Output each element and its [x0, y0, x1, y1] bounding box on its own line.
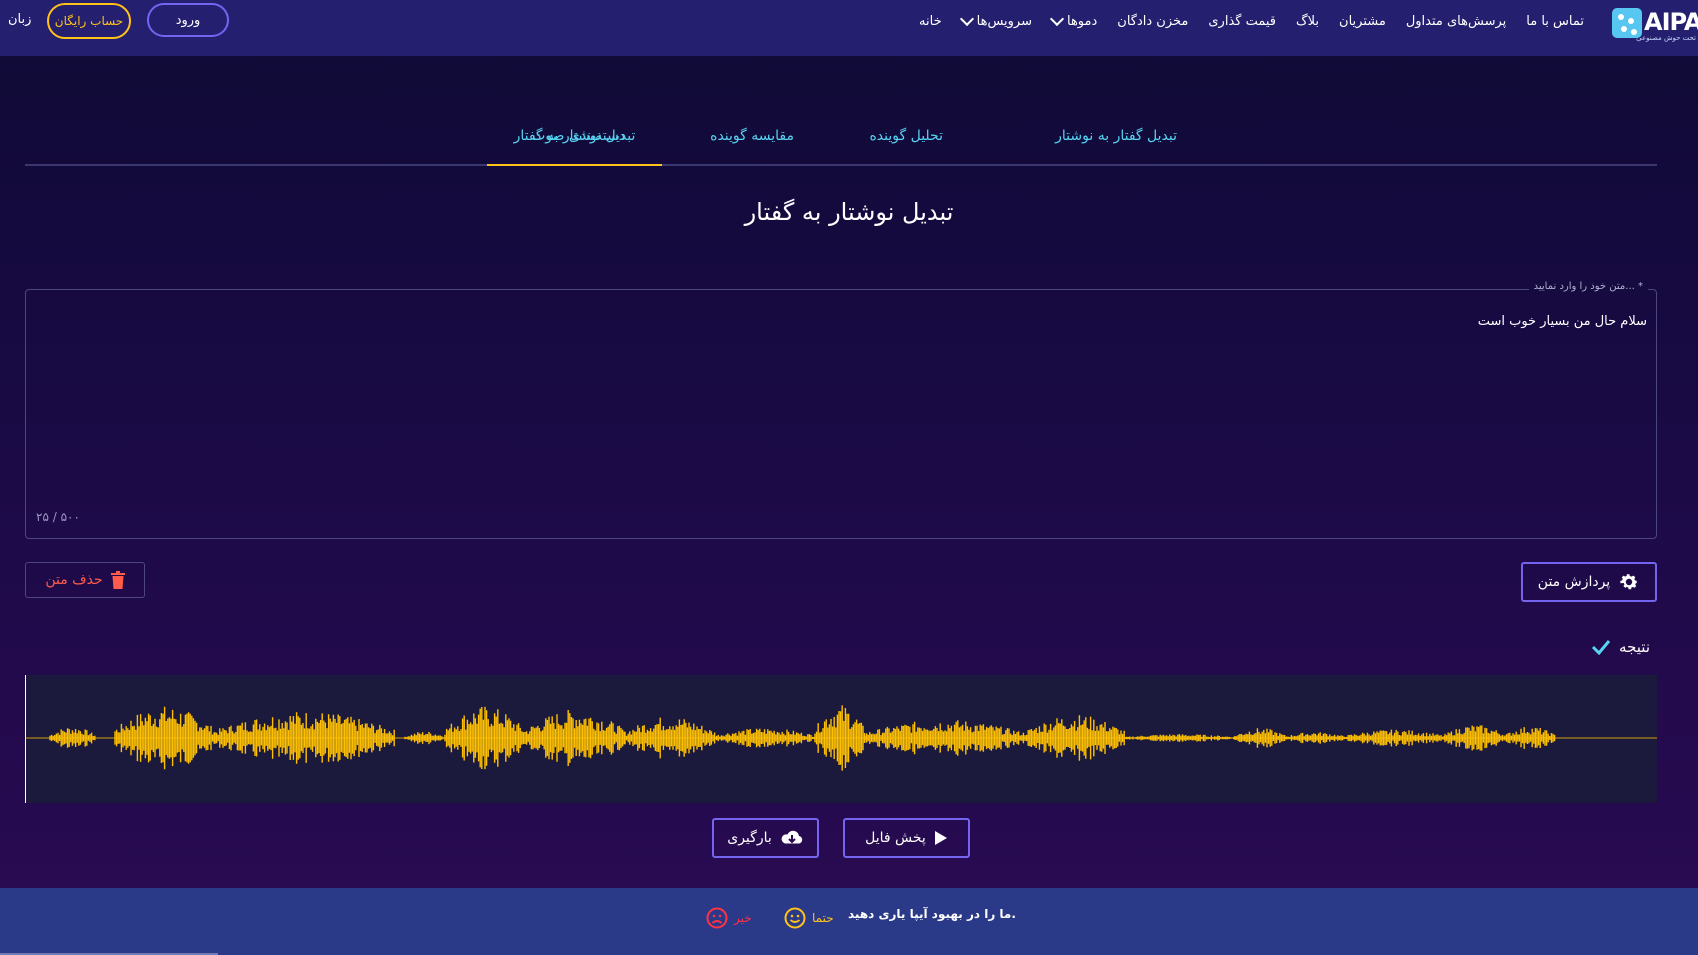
nav-item-services[interactable]: سرویس‌ها [959, 11, 1032, 29]
text-input-value[interactable]: سلام حال من بسیار خوب است [1478, 314, 1647, 329]
process-text-button[interactable]: پردازش متن [1521, 562, 1657, 602]
nav-item-label: دموها [1066, 13, 1098, 29]
smile-icon [784, 907, 806, 929]
top-navbar: AIPA تحت حوش مصنوعی خانه سرویس‌ها دموها … [0, 0, 1698, 56]
feedback-bar: ما را در بهبود آیپا یاری دهید. حتما خیر [0, 888, 1698, 955]
chevron-down-icon [1049, 11, 1065, 27]
result-heading: نتیجه [1591, 638, 1650, 656]
nav-item-label: بلاگ [1296, 13, 1320, 29]
cloud-download-icon [781, 830, 802, 844]
delete-button-label: حذف متن [45, 572, 103, 588]
page-title: تبدیل نوشتار به گفتار [744, 198, 954, 226]
brand-tagline: تحت حوش مصنوعی [1636, 34, 1696, 42]
feedback-yes-button[interactable]: حتما [784, 907, 834, 929]
free-account-button[interactable]: حساب رایگان [47, 3, 131, 39]
feedback-no-button[interactable]: خیر [706, 907, 752, 929]
text-input-label: متن خود را وارد نمایید... * [1528, 281, 1648, 292]
nav-item-label: سرویس‌ها [976, 13, 1032, 29]
trash-icon [110, 571, 125, 589]
brand-name: AIPA [1644, 8, 1698, 36]
process-button-label: پردازش متن [1537, 574, 1611, 590]
login-button[interactable]: ورود [147, 3, 229, 37]
frown-icon [706, 907, 728, 929]
nav-item-customers[interactable]: مشتریان [1339, 14, 1386, 29]
nav-item-pricing[interactable]: قیمت گذاری [1208, 14, 1276, 29]
gear-icon [1620, 574, 1638, 590]
nav-item-label: خانه [919, 13, 942, 29]
character-counter: ۲۵ / ۵۰۰ [36, 510, 80, 524]
nav-item-datasets[interactable]: مخزن دادگان [1117, 14, 1188, 29]
active-tab-indicator [487, 164, 662, 166]
nav-item-label: قیمت گذاری [1208, 13, 1277, 29]
feedback-yes-label: حتما [812, 911, 834, 925]
tab-speaker-analysis[interactable]: تحلیل گوینده [869, 128, 943, 144]
nav-item-label: تماس با ما [1526, 13, 1584, 29]
nav-item-contact[interactable]: تماس با ما [1526, 14, 1584, 29]
main-menu: خانه سرویس‌ها دموها مخزن دادگان قیمت گذا… [919, 0, 1584, 42]
feedback-no-label: خیر [734, 911, 752, 925]
download-button[interactable]: بارگیری [712, 818, 819, 858]
nav-item-home[interactable]: خانه [919, 14, 942, 29]
demo-tabs: تبدیل گفتار به نوشتار تحلیل گوینده مقایس… [25, 118, 1657, 166]
brand-logo[interactable]: AIPA تحت حوش مصنوعی [1610, 4, 1698, 42]
nav-item-faq[interactable]: پرسش‌های متداول [1406, 14, 1506, 29]
language-selector[interactable]: زبان [8, 12, 31, 27]
text-input-field[interactable]: متن خود را وارد نمایید... * سلام حال من … [25, 281, 1657, 539]
delete-text-button[interactable]: حذف متن [25, 562, 145, 598]
nav-item-demos[interactable]: دموها [1049, 11, 1098, 29]
tab-speaker-comparison[interactable]: مقایسه گوینده [710, 128, 794, 144]
waveform-graphic [25, 675, 1657, 803]
nav-item-blog[interactable]: بلاگ [1296, 14, 1319, 29]
play-button-label: پخش فایل [865, 830, 926, 846]
result-label: نتیجه [1619, 638, 1650, 656]
play-file-button[interactable]: پخش فایل [843, 818, 970, 858]
nav-item-label: پرسش‌های متداول [1405, 13, 1507, 29]
nav-item-label: مخزن دادگان [1117, 13, 1189, 29]
check-icon [1591, 640, 1611, 655]
tab-speech-to-text[interactable]: تبدیل گفتار به نوشتار [1055, 128, 1177, 144]
play-icon [934, 831, 947, 845]
nav-item-label: مشتریان [1339, 13, 1386, 29]
feedback-question: ما را در بهبود آیپا یاری دهید. [848, 907, 1016, 921]
chevron-down-icon [959, 11, 974, 27]
tab-text-to-speech[interactable]: تبدیل نوشتار به گفتار [487, 128, 662, 144]
audio-waveform[interactable] [25, 675, 1657, 803]
download-button-label: بارگیری [727, 830, 772, 846]
